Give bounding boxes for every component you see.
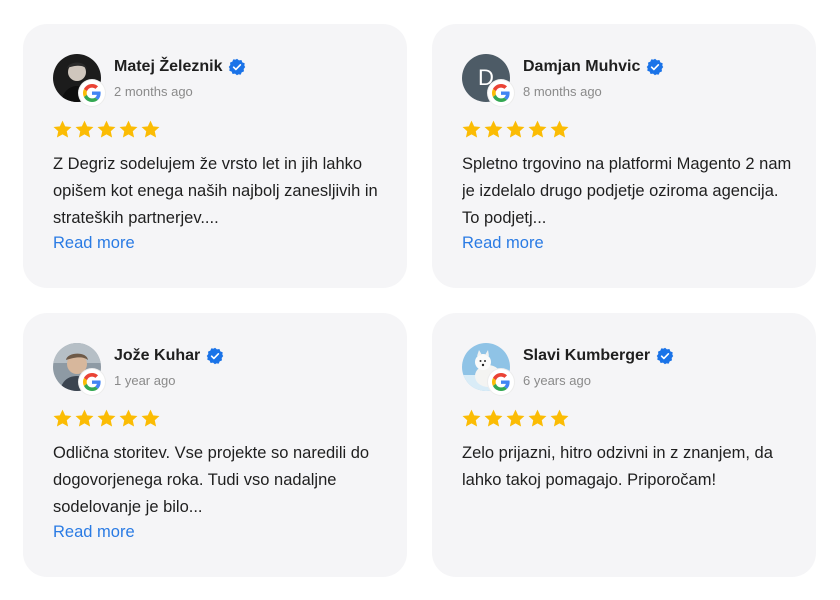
star-icon — [96, 119, 117, 140]
star-icon — [527, 119, 548, 140]
star-rating — [461, 119, 570, 140]
star-icon — [74, 408, 95, 429]
star-rating — [461, 408, 570, 429]
read-more-link[interactable]: Read more — [462, 234, 544, 253]
review-card: D Damjan Muhvic 8 months ago Spletno trg… — [432, 24, 816, 288]
star-rating — [52, 119, 161, 140]
google-g-icon — [79, 369, 105, 395]
verified-check-icon — [646, 58, 664, 76]
reviews-grid: Matej Železnik 2 months ago Z Degriz sod… — [0, 0, 840, 600]
star-icon — [140, 119, 161, 140]
review-date: 1 year ago — [114, 373, 176, 388]
star-icon — [461, 119, 482, 140]
star-icon — [461, 408, 482, 429]
star-icon — [118, 119, 139, 140]
star-icon — [505, 119, 526, 140]
google-g-icon — [79, 80, 105, 106]
review-card: Slavi Kumberger 6 years ago Zelo prijazn… — [432, 313, 816, 577]
reviewer-name: Matej Železnik — [114, 58, 223, 75]
star-icon — [527, 408, 548, 429]
review-text: Odlična storitev. Vse projekte so naredi… — [53, 444, 370, 516]
google-g-icon — [488, 80, 514, 106]
google-g-icon — [488, 369, 514, 395]
review-card: Jože Kuhar 1 year ago Odlična storitev. … — [23, 313, 407, 577]
star-icon — [140, 408, 161, 429]
avatar: D — [462, 54, 514, 106]
reviewer-name: Jože Kuhar — [114, 347, 201, 364]
review-date: 6 years ago — [523, 373, 591, 388]
star-icon — [96, 408, 117, 429]
star-icon — [52, 408, 73, 429]
review-text: Z Degriz sodelujem že vrsto let in jih l… — [53, 155, 378, 227]
star-icon — [483, 408, 504, 429]
star-icon — [483, 119, 504, 140]
star-icon — [74, 119, 95, 140]
star-icon — [505, 408, 526, 429]
review-text: Zelo prijazni, hitro odzivni in z znanje… — [462, 444, 773, 489]
review-card: Matej Železnik 2 months ago Z Degriz sod… — [23, 24, 407, 288]
review-date: 8 months ago — [523, 84, 602, 99]
reviewer-name: Damjan Muhvic — [523, 58, 641, 75]
verified-check-icon — [206, 347, 224, 365]
avatar — [53, 343, 105, 395]
read-more-link[interactable]: Read more — [53, 234, 135, 253]
verified-check-icon — [656, 347, 674, 365]
star-rating — [52, 408, 161, 429]
read-more-link[interactable]: Read more — [53, 523, 135, 542]
avatar — [462, 343, 514, 395]
review-date: 2 months ago — [114, 84, 193, 99]
star-icon — [52, 119, 73, 140]
star-icon — [118, 408, 139, 429]
review-text: Spletno trgovino na platformi Magento 2 … — [462, 155, 792, 227]
star-icon — [549, 408, 570, 429]
verified-check-icon — [228, 58, 246, 76]
avatar — [53, 54, 105, 106]
star-icon — [549, 119, 570, 140]
reviewer-name: Slavi Kumberger — [523, 347, 651, 364]
